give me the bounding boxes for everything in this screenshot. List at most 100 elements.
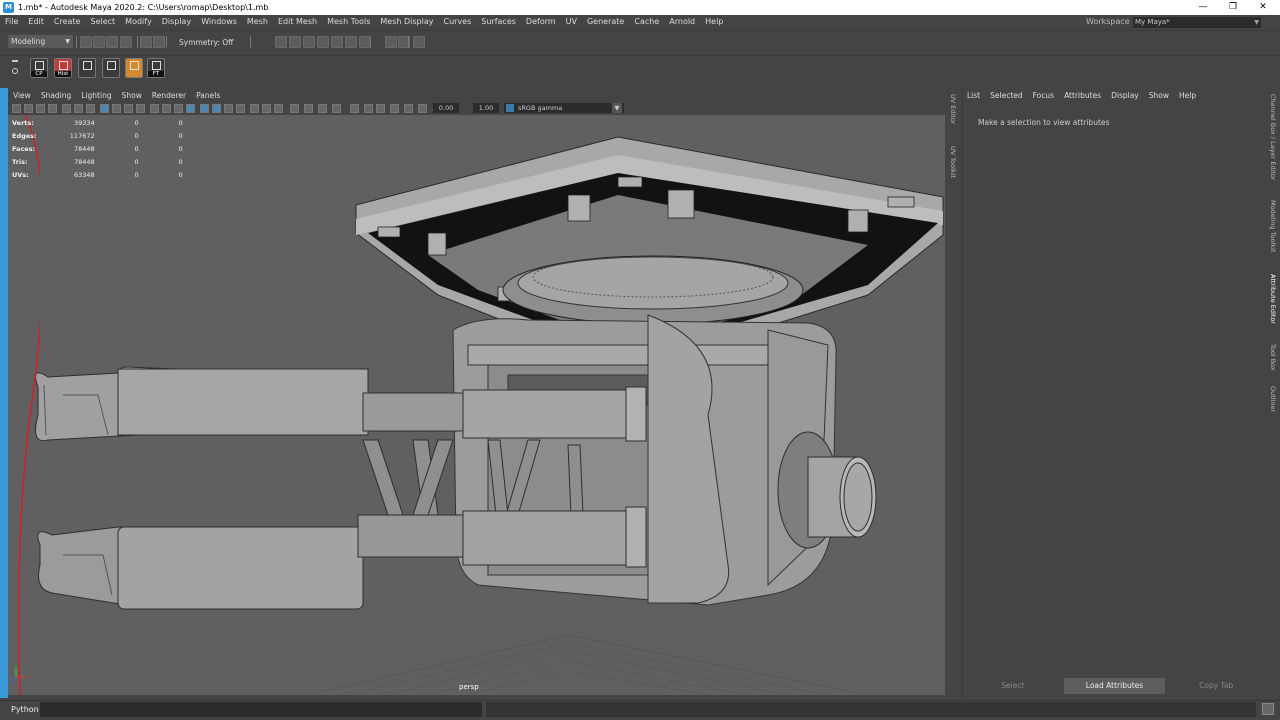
viewport-menu-item[interactable]: View xyxy=(8,89,36,102)
maximize-button[interactable]: ❐ xyxy=(1218,0,1248,15)
viewport-tool-icon[interactable] xyxy=(212,104,221,113)
copy-tab-button[interactable]: Copy Tab xyxy=(1165,678,1267,694)
shelf-options-icon[interactable] xyxy=(12,58,20,78)
side-tab[interactable]: Tool Box xyxy=(1269,344,1277,371)
viewport-tool-icon[interactable] xyxy=(12,104,21,113)
viewport-tool-icon[interactable] xyxy=(36,104,45,113)
status-tool-icon[interactable] xyxy=(289,36,301,48)
viewport-tool-icon[interactable] xyxy=(376,104,385,113)
color-space-select[interactable]: sRGB gamma ▼ xyxy=(504,103,624,113)
viewport-tool-icon[interactable] xyxy=(332,104,341,113)
status-tool-icon[interactable] xyxy=(93,36,105,48)
viewport-tool-icon[interactable] xyxy=(274,104,283,113)
menu-item[interactable]: Mesh Display xyxy=(375,15,438,29)
close-button[interactable]: ✕ xyxy=(1248,0,1278,15)
attribute-menu-item[interactable]: List xyxy=(962,89,985,102)
viewport-tool-icon[interactable] xyxy=(418,104,427,113)
menu-item[interactable]: Windows xyxy=(196,15,242,29)
attribute-menu-item[interactable]: Help xyxy=(1174,89,1201,102)
status-tool-icon[interactable] xyxy=(275,36,287,48)
shelf-button[interactable] xyxy=(125,58,143,78)
menu-item[interactable]: Help xyxy=(700,15,728,29)
viewport-tool-icon[interactable] xyxy=(186,104,195,113)
viewport-tool-icon[interactable] xyxy=(390,104,399,113)
viewport-menu-item[interactable]: Renderer xyxy=(147,89,191,102)
attribute-menu-item[interactable]: Attributes xyxy=(1059,89,1106,102)
viewport-tool-icon[interactable] xyxy=(318,104,327,113)
viewport-tool-icon[interactable] xyxy=(48,104,57,113)
menu-item[interactable]: File xyxy=(0,15,23,29)
viewport-tool-icon[interactable] xyxy=(200,104,209,113)
status-tool-icon[interactable] xyxy=(120,36,132,48)
status-tool-icon[interactable] xyxy=(385,36,397,48)
viewport-tool-icon[interactable] xyxy=(262,104,271,113)
side-tab[interactable]: Channel Box / Layer Editor xyxy=(1269,94,1277,181)
shelf-button[interactable] xyxy=(78,58,96,78)
menu-item[interactable]: Deform xyxy=(521,15,561,29)
viewport-tool-icon[interactable] xyxy=(364,104,373,113)
viewport-tool-icon[interactable] xyxy=(124,104,133,113)
status-tool-icon[interactable] xyxy=(317,36,329,48)
viewport-tool-icon[interactable] xyxy=(350,104,359,113)
menu-item[interactable]: Edit Mesh xyxy=(273,15,322,29)
menu-item[interactable]: Curves xyxy=(438,15,476,29)
select-button[interactable]: Select xyxy=(962,678,1064,694)
shelf-button[interactable]: Hist xyxy=(54,58,72,78)
viewport-tool-icon[interactable] xyxy=(100,104,109,113)
viewport-tool-icon[interactable] xyxy=(74,104,83,113)
status-tool-icon[interactable] xyxy=(106,36,118,48)
attribute-menu-item[interactable]: Selected xyxy=(985,89,1028,102)
menu-item[interactable]: UV xyxy=(561,15,582,29)
shelf-button[interactable]: CP xyxy=(30,58,48,78)
menu-item[interactable]: Create xyxy=(49,15,86,29)
side-tab[interactable]: Modeling Toolkit xyxy=(1269,200,1277,252)
menu-item[interactable]: Mesh Tools xyxy=(322,15,375,29)
attribute-menu-item[interactable]: Focus xyxy=(1028,89,1059,102)
menu-item[interactable]: Cache xyxy=(629,15,664,29)
shelf-button[interactable] xyxy=(102,58,120,78)
menu-item[interactable]: Edit xyxy=(23,15,49,29)
viewport-tool-icon[interactable] xyxy=(404,104,413,113)
status-tool-icon[interactable] xyxy=(345,36,357,48)
status-tool-icon[interactable] xyxy=(331,36,343,48)
viewport-tool-icon[interactable] xyxy=(304,104,313,113)
menu-item[interactable]: Surfaces xyxy=(476,15,521,29)
attribute-menu-item[interactable]: Show xyxy=(1144,89,1174,102)
menu-set-select[interactable]: Modeling ▼ xyxy=(8,35,73,48)
status-tool-icon[interactable] xyxy=(153,36,165,48)
minimize-button[interactable]: — xyxy=(1188,0,1218,15)
status-tool-icon[interactable] xyxy=(140,36,152,48)
script-editor-icon[interactable] xyxy=(1262,703,1274,715)
viewport-tool-icon[interactable] xyxy=(112,104,121,113)
viewport-tool-icon[interactable] xyxy=(24,104,33,113)
symmetry-status[interactable]: Symmetry: Off xyxy=(179,38,233,47)
shelf-button[interactable]: FT xyxy=(147,58,165,78)
menu-item[interactable]: Modify xyxy=(120,15,157,29)
side-tab[interactable]: UV Editor xyxy=(949,94,957,125)
status-tool-icon[interactable] xyxy=(413,36,425,48)
viewport-menu-item[interactable]: Show xyxy=(117,89,147,102)
status-tool-icon[interactable] xyxy=(80,36,92,48)
gamma-field[interactable]: 1.00 xyxy=(473,103,499,113)
viewport-menu-item[interactable]: Shading xyxy=(36,89,76,102)
menu-item[interactable]: Display xyxy=(157,15,197,29)
exposure-field[interactable]: 0.00 xyxy=(433,103,459,113)
load-attributes-button[interactable]: Load Attributes xyxy=(1063,678,1166,694)
viewport-tool-icon[interactable] xyxy=(162,104,171,113)
viewport-tool-icon[interactable] xyxy=(86,104,95,113)
viewport-tool-icon[interactable] xyxy=(136,104,145,113)
status-tool-icon[interactable] xyxy=(303,36,315,48)
viewport-tool-icon[interactable] xyxy=(150,104,159,113)
viewport-menu-item[interactable]: Panels xyxy=(191,89,225,102)
workspace-select[interactable]: My Maya* ▼ xyxy=(1133,17,1261,28)
menu-item[interactable]: Arnold xyxy=(664,15,700,29)
viewport-tool-icon[interactable] xyxy=(290,104,299,113)
viewport-tool-icon[interactable] xyxy=(250,104,259,113)
menu-item[interactable]: Select xyxy=(85,15,120,29)
viewport-tool-icon[interactable] xyxy=(174,104,183,113)
viewport-tool-icon[interactable] xyxy=(62,104,71,113)
perspective-viewport[interactable] xyxy=(8,115,945,695)
side-tab[interactable]: UV Toolkit xyxy=(949,146,957,178)
command-input[interactable] xyxy=(40,702,482,717)
menu-item[interactable]: Mesh xyxy=(242,15,273,29)
